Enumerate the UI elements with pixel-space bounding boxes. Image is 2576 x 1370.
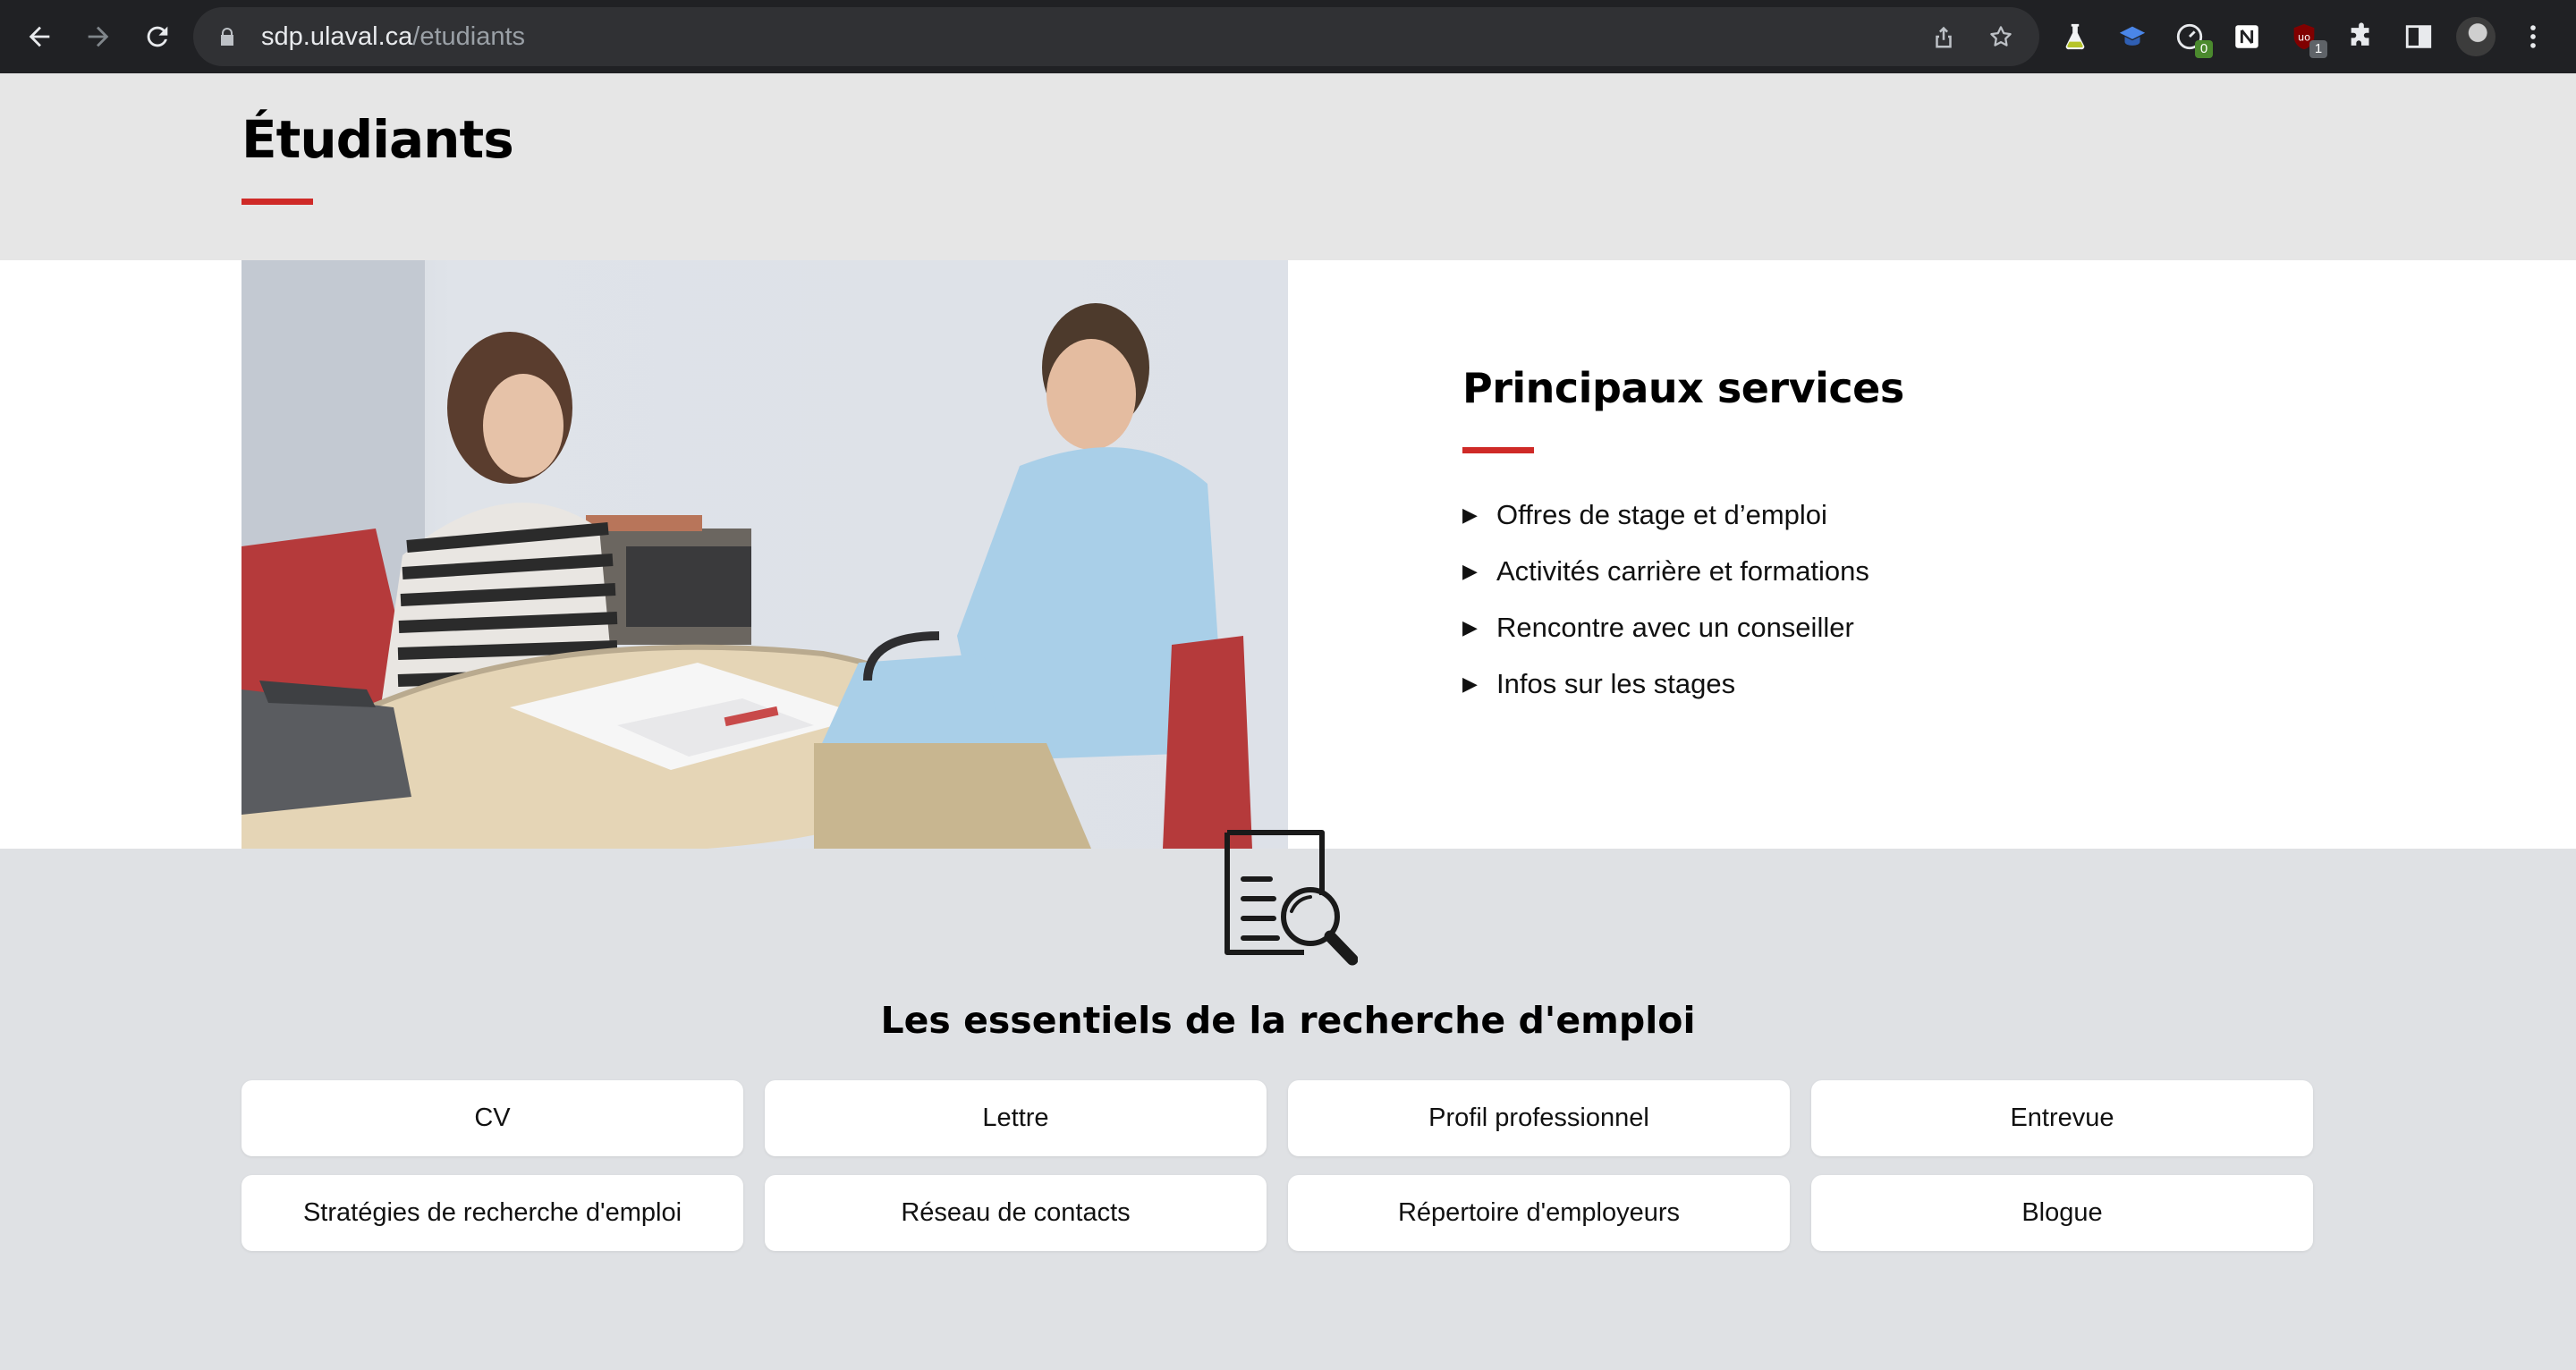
service-label[interactable]: Infos sur les stages: [1496, 668, 1735, 700]
essential-card-strategies[interactable]: Stratégies de recherche d'emploi: [242, 1175, 743, 1251]
reload-icon: [147, 26, 168, 47]
service-link-internship-info[interactable]: ▶ Infos sur les stages: [1462, 655, 1869, 712]
extension-badge: 1: [2309, 40, 2327, 58]
arrow-icon: ▶: [1462, 559, 1478, 582]
lock-icon[interactable]: [216, 24, 242, 49]
url-path: /etudiants: [412, 21, 526, 51]
side-panel-icon: [2405, 25, 2432, 48]
service-link-career-activities[interactable]: ▶ Activités carrière et formations: [1462, 543, 1869, 599]
share-icon: [1936, 26, 1952, 48]
graduation-extension-icon: [2119, 26, 2146, 46]
flask-extension-icon: [2065, 23, 2085, 50]
essentials-title: Les essentiels de la recherche d'emploi: [880, 999, 1696, 1042]
notion-extension-icon: [2235, 25, 2258, 48]
service-link-advisor-meeting[interactable]: ▶ Rencontre avec un conseiller: [1462, 599, 1869, 655]
document-search-icon: [1224, 830, 1358, 966]
reload-button[interactable]: [129, 8, 186, 65]
side-panel-button[interactable]: [2394, 12, 2444, 62]
page-title: Étudiants: [242, 109, 514, 170]
arrow-icon: ▶: [1462, 672, 1478, 695]
essential-card-employers[interactable]: Répertoire d'employeurs: [1288, 1175, 1790, 1251]
speed-extension[interactable]: 0: [2165, 12, 2215, 62]
extensions-bar: 0 uo 1: [2050, 8, 2558, 65]
forward-icon: [88, 26, 109, 47]
service-link-job-offers[interactable]: ▶ Offres de stage et d’emploi: [1462, 486, 1869, 543]
essential-card-profile[interactable]: Profil professionnel: [1288, 1080, 1790, 1156]
service-label[interactable]: Activités carrière et formations: [1496, 555, 1869, 588]
arrow-icon: ▶: [1462, 503, 1478, 526]
flask-extension[interactable]: [2050, 12, 2100, 62]
share-button[interactable]: [1919, 13, 1968, 61]
services-accent-bar: [1462, 447, 1534, 453]
browser-toolbar: sdp.ulaval.ca/etudiants 0 uo 1: [0, 0, 2576, 73]
title-accent-bar: [242, 199, 313, 205]
essential-card-network[interactable]: Réseau de contacts: [765, 1175, 1267, 1251]
ublock-extension[interactable]: uo 1: [2279, 12, 2329, 62]
graduation-extension[interactable]: [2107, 12, 2157, 62]
kebab-menu-icon: [2530, 25, 2536, 48]
essential-card-cv[interactable]: CV: [242, 1080, 743, 1156]
menu-button[interactable]: [2508, 12, 2558, 62]
essential-card-blog[interactable]: Blogue: [1811, 1175, 2313, 1251]
url-text[interactable]: sdp.ulaval.ca/etudiants: [261, 22, 525, 52]
service-label[interactable]: Rencontre avec un conseiller: [1496, 612, 1854, 644]
back-icon: [29, 26, 50, 47]
star-icon: [1990, 26, 2012, 47]
forward-button[interactable]: [70, 8, 127, 65]
services-title: Principaux services: [1462, 364, 1904, 412]
extensions-button[interactable]: [2336, 12, 2386, 62]
address-bar[interactable]: sdp.ulaval.ca/etudiants: [193, 7, 2039, 66]
svg-text:uo: uo: [2298, 30, 2310, 43]
service-label[interactable]: Offres de stage et d’emploi: [1496, 499, 1827, 531]
extension-badge: 0: [2195, 40, 2213, 58]
url-host: sdp.ulaval.ca: [261, 21, 413, 51]
arrow-icon: ▶: [1462, 615, 1478, 638]
puzzle-icon: [2351, 22, 2369, 46]
advisor-meeting-photo: [242, 260, 1288, 849]
bookmark-button[interactable]: [1977, 13, 2025, 61]
services-list: ▶ Offres de stage et d’emploi ▶ Activités …: [1462, 486, 1869, 712]
avatar: [2456, 17, 2496, 56]
notion-extension[interactable]: [2222, 12, 2272, 62]
essentials-grid: CV Lettre Profil professionnel Entrevue …: [242, 1080, 2313, 1251]
essential-card-interview[interactable]: Entrevue: [1811, 1080, 2313, 1156]
essential-card-letter[interactable]: Lettre: [765, 1080, 1267, 1156]
profile-button[interactable]: [2451, 12, 2501, 62]
back-button[interactable]: [11, 8, 68, 65]
